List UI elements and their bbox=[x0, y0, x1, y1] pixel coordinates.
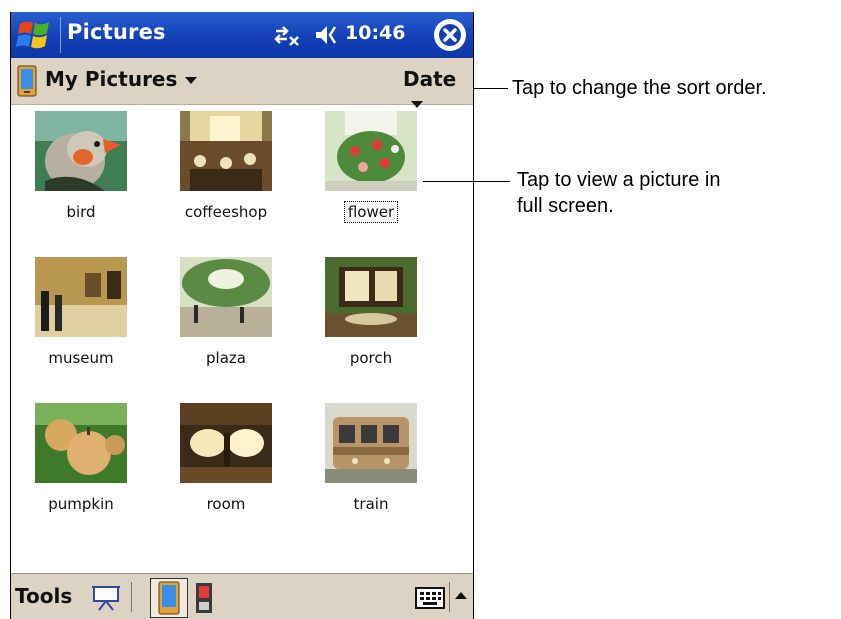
callout-line-view bbox=[423, 181, 510, 182]
keyboard-icon[interactable] bbox=[415, 586, 445, 614]
bottom-toolbar: Tools bbox=[11, 573, 473, 619]
picture-item-pumpkin[interactable]: pumpkin bbox=[11, 397, 141, 537]
callout-view-line1: Tap to view a picture in bbox=[517, 169, 721, 191]
close-icon[interactable] bbox=[434, 19, 466, 51]
storage-device-button[interactable] bbox=[150, 578, 188, 618]
picture-item-bird[interactable]: bird bbox=[11, 105, 141, 245]
thumbnail-flower[interactable] bbox=[325, 111, 417, 191]
picture-item-museum[interactable]: museum bbox=[11, 251, 141, 391]
folder-dropdown[interactable]: My Pictures bbox=[45, 67, 198, 91]
picture-caption: room bbox=[206, 495, 246, 513]
picture-item-train[interactable]: train bbox=[301, 397, 431, 537]
picture-caption: porch bbox=[349, 349, 393, 367]
thumbnail-museum[interactable] bbox=[35, 257, 127, 337]
title-bar: Pictures 10:46 bbox=[11, 12, 473, 58]
pocket-pc-screen: Pictures 10:46 My Pictures Date bird cof… bbox=[10, 12, 474, 619]
picture-caption: coffeeshop bbox=[184, 203, 268, 221]
picture-item-room[interactable]: room bbox=[156, 397, 286, 537]
thumbnail-train[interactable] bbox=[325, 403, 417, 483]
thumbnail-room[interactable] bbox=[180, 403, 272, 483]
slideshow-icon[interactable] bbox=[91, 584, 121, 616]
toolbar-separator bbox=[131, 582, 132, 612]
picture-caption: museum bbox=[48, 349, 114, 367]
app-title: Pictures bbox=[67, 20, 166, 44]
storage-device-icon bbox=[17, 65, 37, 97]
folder-label: My Pictures bbox=[45, 67, 178, 91]
picture-caption: pumpkin bbox=[48, 495, 114, 513]
thumbnail-bird[interactable] bbox=[35, 111, 127, 191]
input-menu-arrow-icon[interactable] bbox=[454, 588, 468, 607]
picture-item-porch[interactable]: porch bbox=[301, 251, 431, 391]
picture-item-flower[interactable]: flower bbox=[301, 105, 431, 245]
thumbnail-coffeeshop[interactable] bbox=[180, 111, 272, 191]
picture-grid: bird coffeeshop flower museum plaza porc… bbox=[11, 105, 473, 573]
connectivity-icon[interactable] bbox=[273, 20, 303, 50]
picture-item-coffeeshop[interactable]: coffeeshop bbox=[156, 105, 286, 245]
title-separator bbox=[60, 17, 61, 53]
callout-view: Tap to view a picture in full screen. bbox=[517, 167, 720, 219]
sort-label: Date bbox=[403, 67, 457, 91]
windows-flag-icon[interactable] bbox=[13, 16, 57, 54]
picture-item-plaza[interactable]: plaza bbox=[156, 251, 286, 391]
storage-device-icon bbox=[158, 581, 180, 615]
thumbnail-pumpkin[interactable] bbox=[35, 403, 127, 483]
thumbnail-plaza[interactable] bbox=[180, 257, 272, 337]
tools-menu[interactable]: Tools bbox=[15, 584, 72, 608]
callout-sort: Tap to change the sort order. bbox=[512, 77, 767, 99]
thumbnail-porch[interactable] bbox=[325, 257, 417, 337]
toolbar-separator bbox=[449, 582, 450, 612]
clock[interactable]: 10:46 bbox=[345, 22, 405, 44]
storage-card-icon[interactable] bbox=[194, 582, 214, 618]
chevron-down-icon bbox=[185, 77, 198, 84]
picture-caption: flower bbox=[301, 201, 441, 223]
callout-view-line2: full screen. bbox=[517, 195, 614, 217]
picture-caption: plaza bbox=[206, 349, 246, 367]
picture-caption: train bbox=[353, 495, 389, 513]
speaker-icon[interactable] bbox=[313, 21, 341, 49]
callout-line-sort bbox=[474, 88, 508, 89]
picture-caption: bird bbox=[66, 203, 96, 221]
command-header: My Pictures Date bbox=[11, 58, 473, 108]
